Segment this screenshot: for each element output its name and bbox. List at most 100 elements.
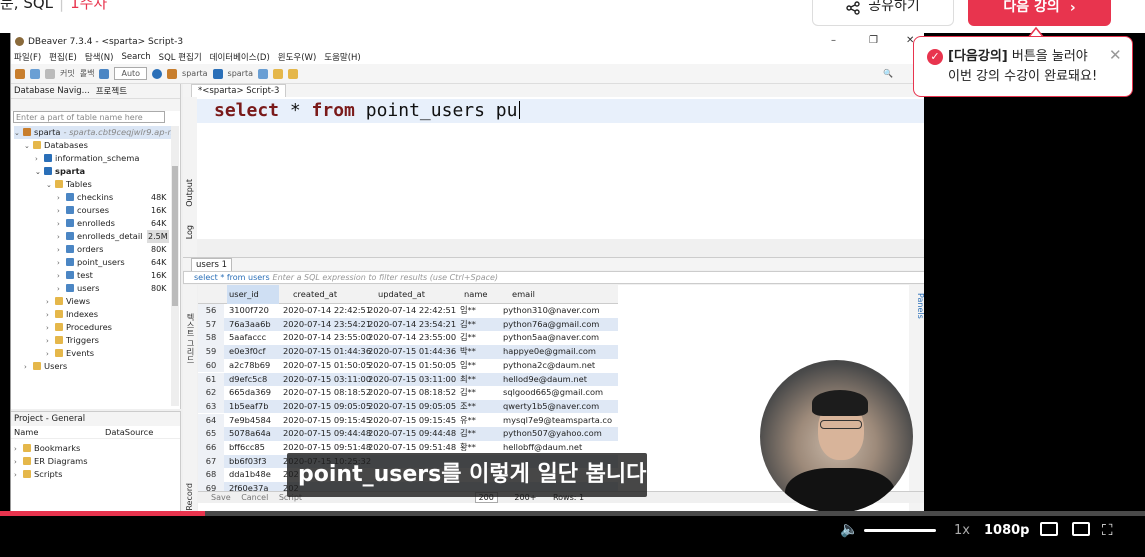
column-header-name[interactable]: name bbox=[464, 285, 488, 304]
cell-created-at[interactable]: 2020-07-14 23:54:21 bbox=[283, 318, 371, 332]
cell-email[interactable]: qwerty1b5@naver.com bbox=[503, 400, 623, 414]
row-number[interactable]: 66 bbox=[198, 441, 224, 455]
log-tab[interactable]: Log bbox=[185, 225, 194, 239]
cell-created-at[interactable]: 2020-07-15 08:18:52 bbox=[283, 386, 371, 400]
restore-icon[interactable]: ❐ bbox=[869, 35, 878, 46]
cell-updated-at[interactable]: 2020-07-15 08:18:52 bbox=[368, 386, 456, 400]
table-row[interactable]: 58 5aafaccc 2020-07-14 23:55:00 2020-07-14 … bbox=[198, 331, 618, 345]
cell-updated-at[interactable]: 2020-07-15 09:15:45 bbox=[368, 414, 456, 428]
plan-icon[interactable] bbox=[258, 68, 269, 79]
cell-email[interactable]: python507@yahoo.com bbox=[503, 427, 623, 441]
chevron-right-icon[interactable]: › bbox=[14, 469, 23, 482]
table-row[interactable]: 65 5078a64a 2020-07-15 09:44:48 2020-07-15 … bbox=[198, 427, 618, 441]
tree-views[interactable]: › Views bbox=[46, 295, 90, 308]
tree-procedures[interactable]: › Procedures bbox=[46, 321, 112, 334]
active-connection[interactable]: sparta bbox=[182, 69, 207, 78]
cell-email[interactable]: python310@naver.com bbox=[503, 304, 623, 318]
cell-user-id[interactable]: 5078a64a bbox=[229, 427, 281, 441]
playback-speed-button[interactable]: 1x bbox=[954, 523, 970, 538]
navigator-scrollbar[interactable] bbox=[171, 126, 179, 406]
column-header-created-at[interactable]: created_at bbox=[293, 285, 337, 304]
table-row[interactable]: 63 1b5eaf7b 2020-07-15 09:05:05 2020-07-15 … bbox=[198, 399, 618, 414]
cell-user-id[interactable]: 3100f720 bbox=[229, 304, 281, 318]
table-row[interactable]: 62 665da369 2020-07-15 08:18:52 2020-07-15 … bbox=[198, 386, 618, 400]
cancel-button[interactable]: Cancel bbox=[241, 493, 268, 502]
close-icon[interactable]: ✕ bbox=[1109, 45, 1122, 65]
cell-name[interactable]: 박** bbox=[460, 345, 496, 359]
tree-events[interactable]: › Events bbox=[46, 347, 94, 360]
cell-updated-at[interactable]: 2020-07-14 23:54:21 bbox=[368, 318, 456, 332]
next-lecture-button[interactable]: 다음 강의 › bbox=[968, 0, 1111, 26]
row-number[interactable]: 65 bbox=[198, 427, 224, 441]
volume-icon[interactable]: 🔈 bbox=[840, 520, 859, 538]
cell-user-id[interactable]: dda1b48e bbox=[229, 468, 281, 482]
tree-information-schema[interactable]: › information_schema bbox=[35, 152, 139, 165]
cell-email[interactable]: pythona2c@daum.net bbox=[503, 359, 623, 373]
share-button[interactable]: 공유하기 bbox=[812, 0, 954, 26]
chevron-down-icon[interactable]: ⌄ bbox=[35, 166, 44, 179]
tree-schema-sparta[interactable]: ⌄ sparta bbox=[35, 165, 85, 178]
cell-name[interactable]: 김** bbox=[460, 331, 496, 345]
fullscreen-icon[interactable]: ⛶ bbox=[1102, 521, 1113, 539]
tools-icon[interactable] bbox=[273, 68, 284, 79]
cell-name[interactable]: 임** bbox=[460, 359, 496, 373]
table-row[interactable]: 57 76a3aa6b 2020-07-14 23:54:21 2020-07-14 … bbox=[198, 317, 618, 332]
auto-commit-combo[interactable]: Auto bbox=[114, 67, 148, 80]
row-number[interactable]: 60 bbox=[198, 358, 224, 373]
row-number[interactable]: 61 bbox=[198, 372, 224, 387]
cell-name[interactable]: 김** bbox=[460, 318, 496, 332]
new-connection-icon[interactable] bbox=[15, 68, 25, 79]
chevron-down-icon[interactable]: ⌄ bbox=[46, 179, 55, 192]
row-number[interactable]: 59 bbox=[198, 345, 224, 359]
tab-database-navigator[interactable]: Database Navig... bbox=[14, 86, 90, 96]
menu-search[interactable]: Search bbox=[121, 52, 150, 62]
cell-created-at[interactable]: 2020-07-15 01:44:36 bbox=[283, 345, 371, 359]
cell-user-id[interactable]: 76a3aa6b bbox=[229, 318, 281, 332]
search-icon[interactable]: 🔍 bbox=[883, 69, 893, 78]
cell-email[interactable]: python76a@gmail.com bbox=[503, 318, 623, 332]
tree-connection[interactable]: ⌄ sparta - sparta.cbt9ceqjwlr9.ap-no bbox=[14, 126, 178, 139]
commit-label[interactable]: 커밋 bbox=[60, 68, 75, 79]
menu-database[interactable]: 데이터베이스(D) bbox=[210, 51, 270, 63]
table-row[interactable]: 60 a2c78b69 2020-07-15 01:50:05 2020-07-15 … bbox=[198, 358, 618, 373]
format-icon[interactable] bbox=[288, 68, 299, 79]
filter-query[interactable]: select * from users bbox=[184, 272, 270, 284]
subtitles-icon[interactable] bbox=[1040, 522, 1058, 536]
grid-text-toggle[interactable]: 텍스트 그리드 bbox=[185, 313, 196, 364]
cell-email[interactable]: python5aa@naver.com bbox=[503, 331, 623, 345]
row-number[interactable]: 68 bbox=[198, 468, 224, 482]
cell-name[interactable]: 유** bbox=[460, 414, 496, 428]
column-header-email[interactable]: email bbox=[512, 285, 535, 304]
save-button[interactable]: Save bbox=[211, 493, 231, 502]
quality-button[interactable]: 1080p bbox=[984, 523, 1030, 538]
tree-table-item[interactable]: › enrolleds_detail 2.5M bbox=[57, 230, 177, 243]
cell-created-at[interactable]: 2020-07-15 09:44:48 bbox=[283, 427, 371, 441]
volume-slider[interactable] bbox=[864, 529, 936, 532]
menu-file[interactable]: 파일(F) bbox=[14, 51, 41, 63]
cell-user-id[interactable]: a2c78b69 bbox=[229, 359, 281, 373]
tree-table-item[interactable]: › users 80K bbox=[57, 282, 177, 295]
cell-email[interactable]: hellod9e@daum.net bbox=[503, 373, 623, 387]
table-row[interactable]: 56 3100f720 2020-07-14 22:42:51 2020-07-14 … bbox=[198, 304, 618, 318]
sql-editor[interactable]: select * from point_users pu bbox=[197, 97, 924, 239]
cell-updated-at[interactable]: 2020-07-15 01:44:36 bbox=[368, 345, 456, 359]
cell-user-id[interactable]: bff6cc85 bbox=[229, 441, 281, 455]
cell-user-id[interactable]: 5aafaccc bbox=[229, 331, 281, 345]
column-datasource[interactable]: DataSource bbox=[105, 426, 153, 438]
sql-editor-icon[interactable] bbox=[30, 68, 40, 79]
cell-name[interactable]: 임** bbox=[460, 304, 496, 318]
cell-user-id[interactable]: e0e3f0cf bbox=[229, 345, 281, 359]
tree-users[interactable]: › Users bbox=[24, 360, 67, 373]
cell-created-at[interactable]: 2020-07-14 23:55:00 bbox=[283, 331, 371, 345]
row-number[interactable]: 56 bbox=[198, 304, 224, 318]
record-toggle[interactable]: Record bbox=[185, 483, 194, 511]
cell-updated-at[interactable]: 2020-07-15 03:11:00 bbox=[368, 373, 456, 387]
picture-in-picture-icon[interactable] bbox=[1072, 522, 1090, 536]
menu-help[interactable]: 도움말(H) bbox=[324, 51, 360, 63]
tree-databases[interactable]: ⌄ Databases bbox=[24, 139, 88, 152]
cell-name[interactable]: 김** bbox=[460, 427, 496, 441]
scrollbar-thumb[interactable] bbox=[172, 166, 178, 306]
menu-edit[interactable]: 편집(E) bbox=[49, 51, 77, 63]
cell-email[interactable]: sqlgood665@gmail.com bbox=[503, 386, 623, 400]
connection-icon[interactable] bbox=[167, 68, 178, 79]
